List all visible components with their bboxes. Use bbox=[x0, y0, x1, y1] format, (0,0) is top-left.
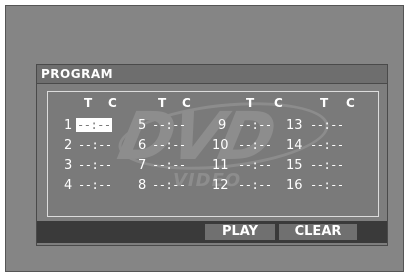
header-chapter: C bbox=[346, 96, 355, 110]
slot-entry[interactable]: --:-- bbox=[152, 158, 186, 172]
header-chapter: C bbox=[108, 96, 117, 110]
slot-number: 2 bbox=[64, 138, 73, 153]
header-title: T bbox=[158, 96, 167, 110]
slot-entry[interactable]: --:-- bbox=[310, 158, 344, 172]
slot-number: 7 bbox=[138, 158, 147, 173]
slot-number: 13 bbox=[286, 118, 303, 133]
slot-entry[interactable]: --:-- bbox=[238, 158, 272, 172]
button-bar: PLAY CLEAR bbox=[37, 221, 387, 243]
panel-title: PROGRAM bbox=[41, 67, 114, 81]
program-grid: DVD VIDEO T C T C T C T C 1 --:-- 2 --:-… bbox=[47, 91, 379, 217]
slot-number: 11 bbox=[212, 158, 229, 173]
slot-entry[interactable]: --:-- bbox=[152, 118, 186, 132]
slot-number: 10 bbox=[212, 138, 229, 153]
slot-number: 5 bbox=[138, 118, 147, 133]
slot-entry[interactable]: --:-- bbox=[310, 118, 344, 132]
header-title: T bbox=[320, 96, 329, 110]
clear-button[interactable]: CLEAR bbox=[279, 224, 357, 240]
slot-number: 6 bbox=[138, 138, 147, 153]
slot-entry[interactable]: --:-- bbox=[78, 178, 112, 192]
slot-number: 12 bbox=[212, 178, 229, 193]
header-title: T bbox=[84, 96, 93, 110]
slot-number: 16 bbox=[286, 178, 303, 193]
slot-number: 8 bbox=[138, 178, 147, 193]
slot-number: 4 bbox=[64, 178, 73, 193]
slot-number: 15 bbox=[286, 158, 303, 173]
slot-entry[interactable]: --:-- bbox=[78, 138, 112, 152]
slot-number: 14 bbox=[286, 138, 303, 153]
slot-entry[interactable]: --:-- bbox=[310, 178, 344, 192]
header-chapter: C bbox=[274, 96, 283, 110]
slot-entry[interactable]: --:-- bbox=[78, 158, 112, 172]
slot-entry[interactable]: --:-- bbox=[152, 178, 186, 192]
program-panel: PROGRAM DVD VIDEO T C T C T C T C 1 --:-… bbox=[36, 64, 388, 246]
slot-entry[interactable]: --:-- bbox=[238, 118, 272, 132]
slot-number: 1 bbox=[64, 118, 73, 133]
slot-entry-selected[interactable]: --:-- bbox=[76, 118, 112, 132]
slot-entry[interactable]: --:-- bbox=[238, 178, 272, 192]
header-chapter: C bbox=[182, 96, 191, 110]
play-button[interactable]: PLAY bbox=[205, 224, 275, 240]
slot-number: 3 bbox=[64, 158, 73, 173]
slot-entry[interactable]: --:-- bbox=[152, 138, 186, 152]
panel-title-bar: PROGRAM bbox=[37, 65, 387, 84]
slot-entry[interactable]: --:-- bbox=[310, 138, 344, 152]
tv-screen: PROGRAM DVD VIDEO T C T C T C T C 1 --:-… bbox=[5, 5, 404, 272]
slot-entry[interactable]: --:-- bbox=[238, 138, 272, 152]
slot-number: 9 bbox=[218, 118, 227, 133]
header-title: T bbox=[246, 96, 255, 110]
